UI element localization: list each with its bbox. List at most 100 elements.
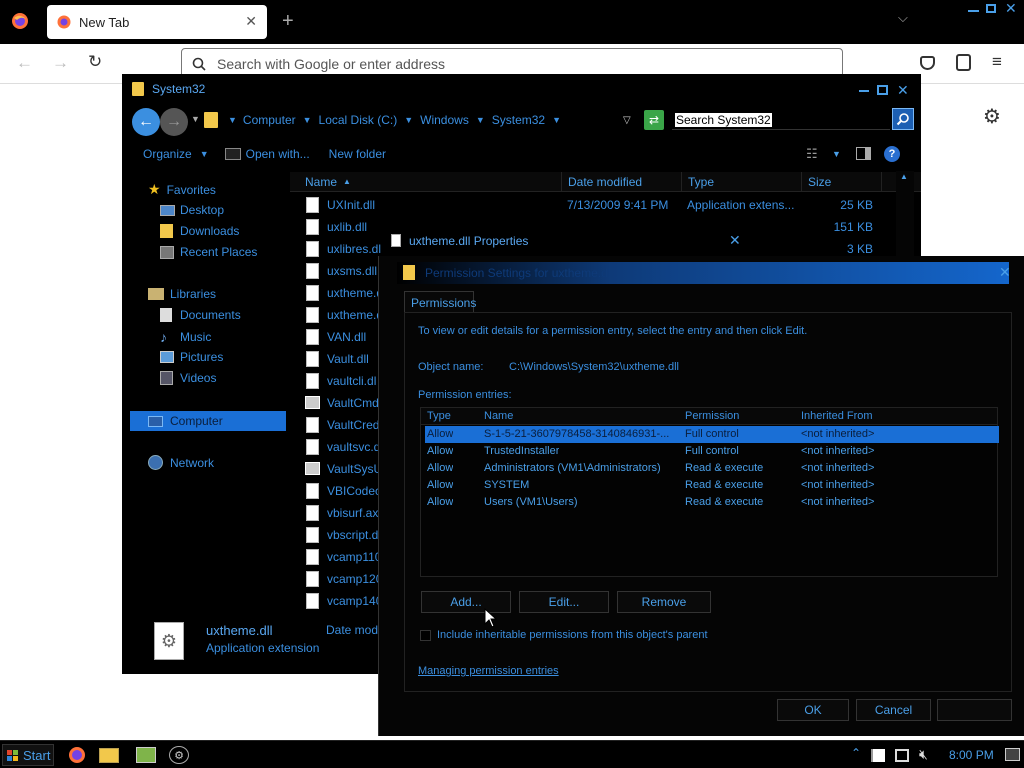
back-button-icon[interactable]: ← [132,108,160,136]
nav-music[interactable]: ♪ Music [160,329,211,345]
nav-downloads[interactable]: Downloads [160,224,239,238]
nav-libraries[interactable]: Libraries [148,287,216,301]
nav-recent-places[interactable]: Recent Places [160,245,257,259]
nav-recent-places-label: Recent Places [180,245,258,259]
include-inheritable-label: Include inheritable permissions from thi… [437,629,708,641]
minimize-explorer-icon[interactable] [859,84,869,92]
close-browser-icon[interactable]: ✕ [1005,0,1017,17]
action-center-flag-icon[interactable] [871,749,885,762]
permission-entry-row[interactable]: Allow SYSTEM Read & execute <not inherit… [425,477,999,494]
history-chevron-icon[interactable]: ▼ [191,114,200,124]
remove-button[interactable]: Remove [617,591,711,613]
forward-arrow-icon[interactable]: → [52,53,69,73]
search-input[interactable]: Search System32 [672,111,890,130]
nav-favorites[interactable]: ★ Favorites [148,181,216,198]
nav-computer[interactable]: Computer [130,411,286,431]
breadcrumb-system32[interactable]: System32 [492,113,545,127]
dll-file-icon [306,197,319,213]
views-chevron-icon[interactable]: ▼ [832,149,841,159]
refresh-icon[interactable]: ⇄ [644,110,664,130]
nav-documents[interactable]: Documents [160,308,241,322]
show-desktop-icon[interactable] [1005,748,1020,761]
new-tab-plus-icon[interactable]: + [282,10,294,33]
properties-file-icon [391,234,401,247]
open-with-button[interactable]: Open with... [246,147,310,161]
column-type-header[interactable]: Type [682,172,802,191]
column-size-header[interactable]: Size [802,172,882,191]
permission-entries-label: Permission entries: [418,389,512,401]
pocket-icon[interactable] [920,56,935,70]
close-tab-icon[interactable]: ✕ [245,13,257,30]
breadcrumb-local-disk[interactable]: Local Disk (C:) [319,113,398,127]
nav-desktop[interactable]: Desktop [160,203,224,217]
network-taskbar-icon[interactable] [136,747,156,763]
settings-gear-icon[interactable]: ⚙ [983,104,1001,129]
breadcrumb-chevron-icon[interactable]: ▼ [303,115,312,125]
breadcrumb-windows[interactable]: Windows [420,113,469,127]
breadcrumb-chevron-icon[interactable]: ▼ [404,115,413,125]
column-date-header[interactable]: Date modified [562,172,682,191]
column-name-label[interactable]: Name [484,410,513,422]
search-magnifier-icon[interactable] [892,108,914,130]
permission-entry-row[interactable]: Allow S-1-5-21-3607978458-3140846931-...… [425,426,999,443]
include-inheritable-checkbox[interactable]: Include inheritable permissions from thi… [420,629,708,641]
file-name: vcamp120 [327,572,383,586]
explorer-title: System32 [152,82,206,96]
reload-icon[interactable]: ↻ [88,52,102,72]
breadcrumb-chevron-icon[interactable]: ▼ [552,115,561,125]
clock-time[interactable]: 8:00 PM [949,748,994,762]
file-size: 151 KB [833,220,873,234]
permission-entry-row[interactable]: Allow Users (VM1\Users) Read & execute <… [425,494,999,511]
cancel-button[interactable]: Cancel [856,699,931,721]
column-name-header[interactable]: Name ▲ [298,172,562,191]
nav-videos[interactable]: Videos [160,371,216,385]
organize-button[interactable]: Organize [143,147,192,161]
nav-pictures[interactable]: Pictures [160,350,223,364]
maximize-explorer-icon[interactable] [877,85,888,95]
help-icon[interactable]: ? [884,146,900,162]
close-properties-icon[interactable]: ✕ [729,232,741,249]
minimize-browser-icon[interactable] [968,2,979,12]
column-type-label[interactable]: Type [427,410,451,422]
firefox-taskbar-icon[interactable] [66,745,88,765]
menu-hamburger-icon[interactable]: ≡ [992,52,1002,72]
browser-tab[interactable]: New Tab ✕ [47,5,267,39]
network-status-icon[interactable] [895,749,909,762]
views-icon[interactable]: ☷ [806,146,818,162]
firefox-menu-icon[interactable] [10,11,30,31]
recent-locations-chevron-icon[interactable]: ▽ [623,115,631,126]
managing-permissions-link[interactable]: Managing permission entries [418,665,559,677]
column-inherited-label[interactable]: Inherited From [801,410,873,422]
entry-type: Allow [427,496,454,508]
settings-taskbar-icon[interactable]: ⚙ [169,746,189,764]
checkbox-box[interactable] [420,629,431,641]
preview-pane-icon[interactable] [856,147,871,160]
start-button[interactable]: Start [2,744,54,766]
tab-permissions[interactable]: Permissions [404,291,476,313]
back-arrow-icon[interactable]: ← [16,53,33,73]
permission-entry-row[interactable]: Allow Administrators (VM1\Administrators… [425,460,999,477]
permission-entry-row[interactable]: Allow TrustedInstaller Full control <not… [425,443,999,460]
breadcrumb-computer[interactable]: Computer [243,113,296,127]
ok-button[interactable]: OK [777,699,849,721]
volume-muted-icon[interactable]: 🔇︎ [919,746,928,763]
navigation-pane: ★ Favorites Desktop Downloads Recent Pla… [122,174,290,484]
organize-chevron-icon[interactable]: ▼ [200,149,209,159]
extensions-icon[interactable] [956,54,971,71]
forward-button-icon[interactable]: → [160,108,188,136]
list-tabs-chevron-icon[interactable]: ⌵ [898,10,908,26]
breadcrumb-chevron-icon[interactable]: ▼ [476,115,485,125]
scroll-up-icon[interactable]: ▲ [900,172,908,181]
show-hidden-icons-icon[interactable]: ⌃ [851,746,861,760]
new-folder-button[interactable]: New folder [329,147,386,161]
nav-network[interactable]: Network [148,455,214,470]
file-explorer-taskbar-icon[interactable] [99,748,119,763]
file-row[interactable]: UXInit.dll 7/13/2009 9:41 PM Application e… [290,194,890,216]
breadcrumb-chevron-icon[interactable]: ▼ [228,115,237,125]
close-permission-dialog-icon[interactable]: ✕ [999,264,1011,281]
apply-button[interactable] [937,699,1012,721]
close-explorer-icon[interactable]: ✕ [897,82,909,99]
restore-browser-icon[interactable] [986,4,996,13]
edit-button[interactable]: Edit... [519,591,609,613]
column-permission-label[interactable]: Permission [685,410,739,422]
